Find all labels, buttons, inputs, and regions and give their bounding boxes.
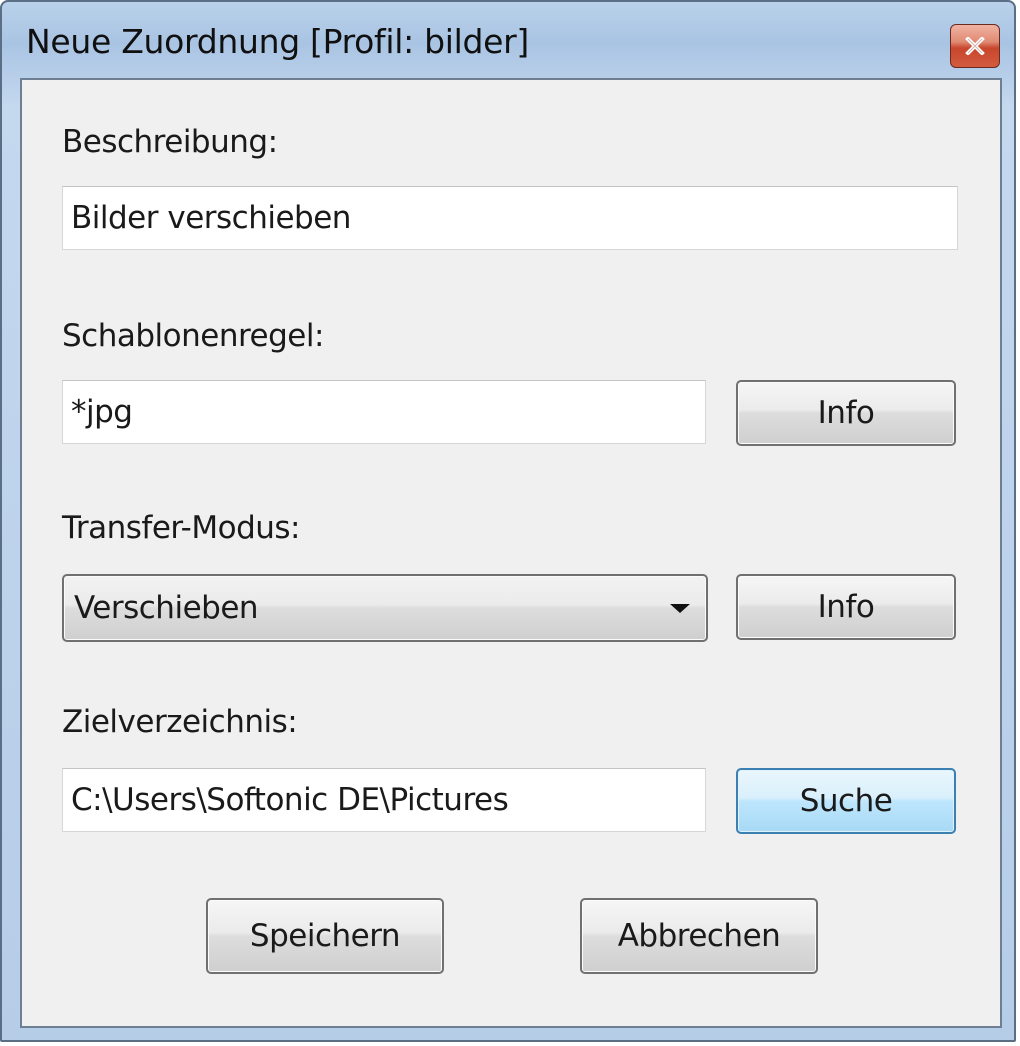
dialog-content: Beschreibung: Bilder verschieben Schablo… xyxy=(20,78,1002,1028)
description-label: Beschreibung: xyxy=(62,124,278,160)
transfer-info-button[interactable]: Info xyxy=(736,574,956,640)
target-directory-input[interactable]: C:\Users\Softonic DE\Pictures xyxy=(62,768,706,832)
browse-label: Suche xyxy=(799,783,893,819)
transfer-mode-label: Transfer-Modus: xyxy=(62,510,301,546)
transfer-info-label: Info xyxy=(817,589,875,625)
close-button[interactable] xyxy=(950,24,1000,68)
transfer-mode-select[interactable]: Verschieben xyxy=(62,574,708,642)
browse-button[interactable]: Suche xyxy=(736,768,956,834)
save-label: Speichern xyxy=(249,918,401,954)
save-button[interactable]: Speichern xyxy=(206,898,444,974)
target-directory-label: Zielverzeichnis: xyxy=(62,704,298,740)
dropdown-arrow-icon xyxy=(670,604,690,613)
template-rule-value: *jpg xyxy=(71,394,133,430)
transfer-mode-value: Verschieben xyxy=(74,590,259,626)
template-info-label: Info xyxy=(817,395,875,431)
close-icon xyxy=(965,37,985,55)
target-directory-value: C:\Users\Softonic DE\Pictures xyxy=(71,782,509,818)
template-rule-input[interactable]: *jpg xyxy=(62,380,706,444)
description-value: Bilder verschieben xyxy=(71,200,351,236)
window-title: Neue Zuordnung [Profil: bilder] xyxy=(26,22,529,61)
description-input[interactable]: Bilder verschieben xyxy=(62,186,958,250)
title-bar[interactable]: Neue Zuordnung [Profil: bilder] xyxy=(2,2,1014,78)
template-rule-label: Schablonenregel: xyxy=(62,318,324,354)
template-info-button[interactable]: Info xyxy=(736,380,956,446)
cancel-button[interactable]: Abbrechen xyxy=(580,898,818,974)
cancel-label: Abbrechen xyxy=(617,918,781,954)
dialog-window: Neue Zuordnung [Profil: bilder] Beschrei… xyxy=(0,0,1016,1042)
